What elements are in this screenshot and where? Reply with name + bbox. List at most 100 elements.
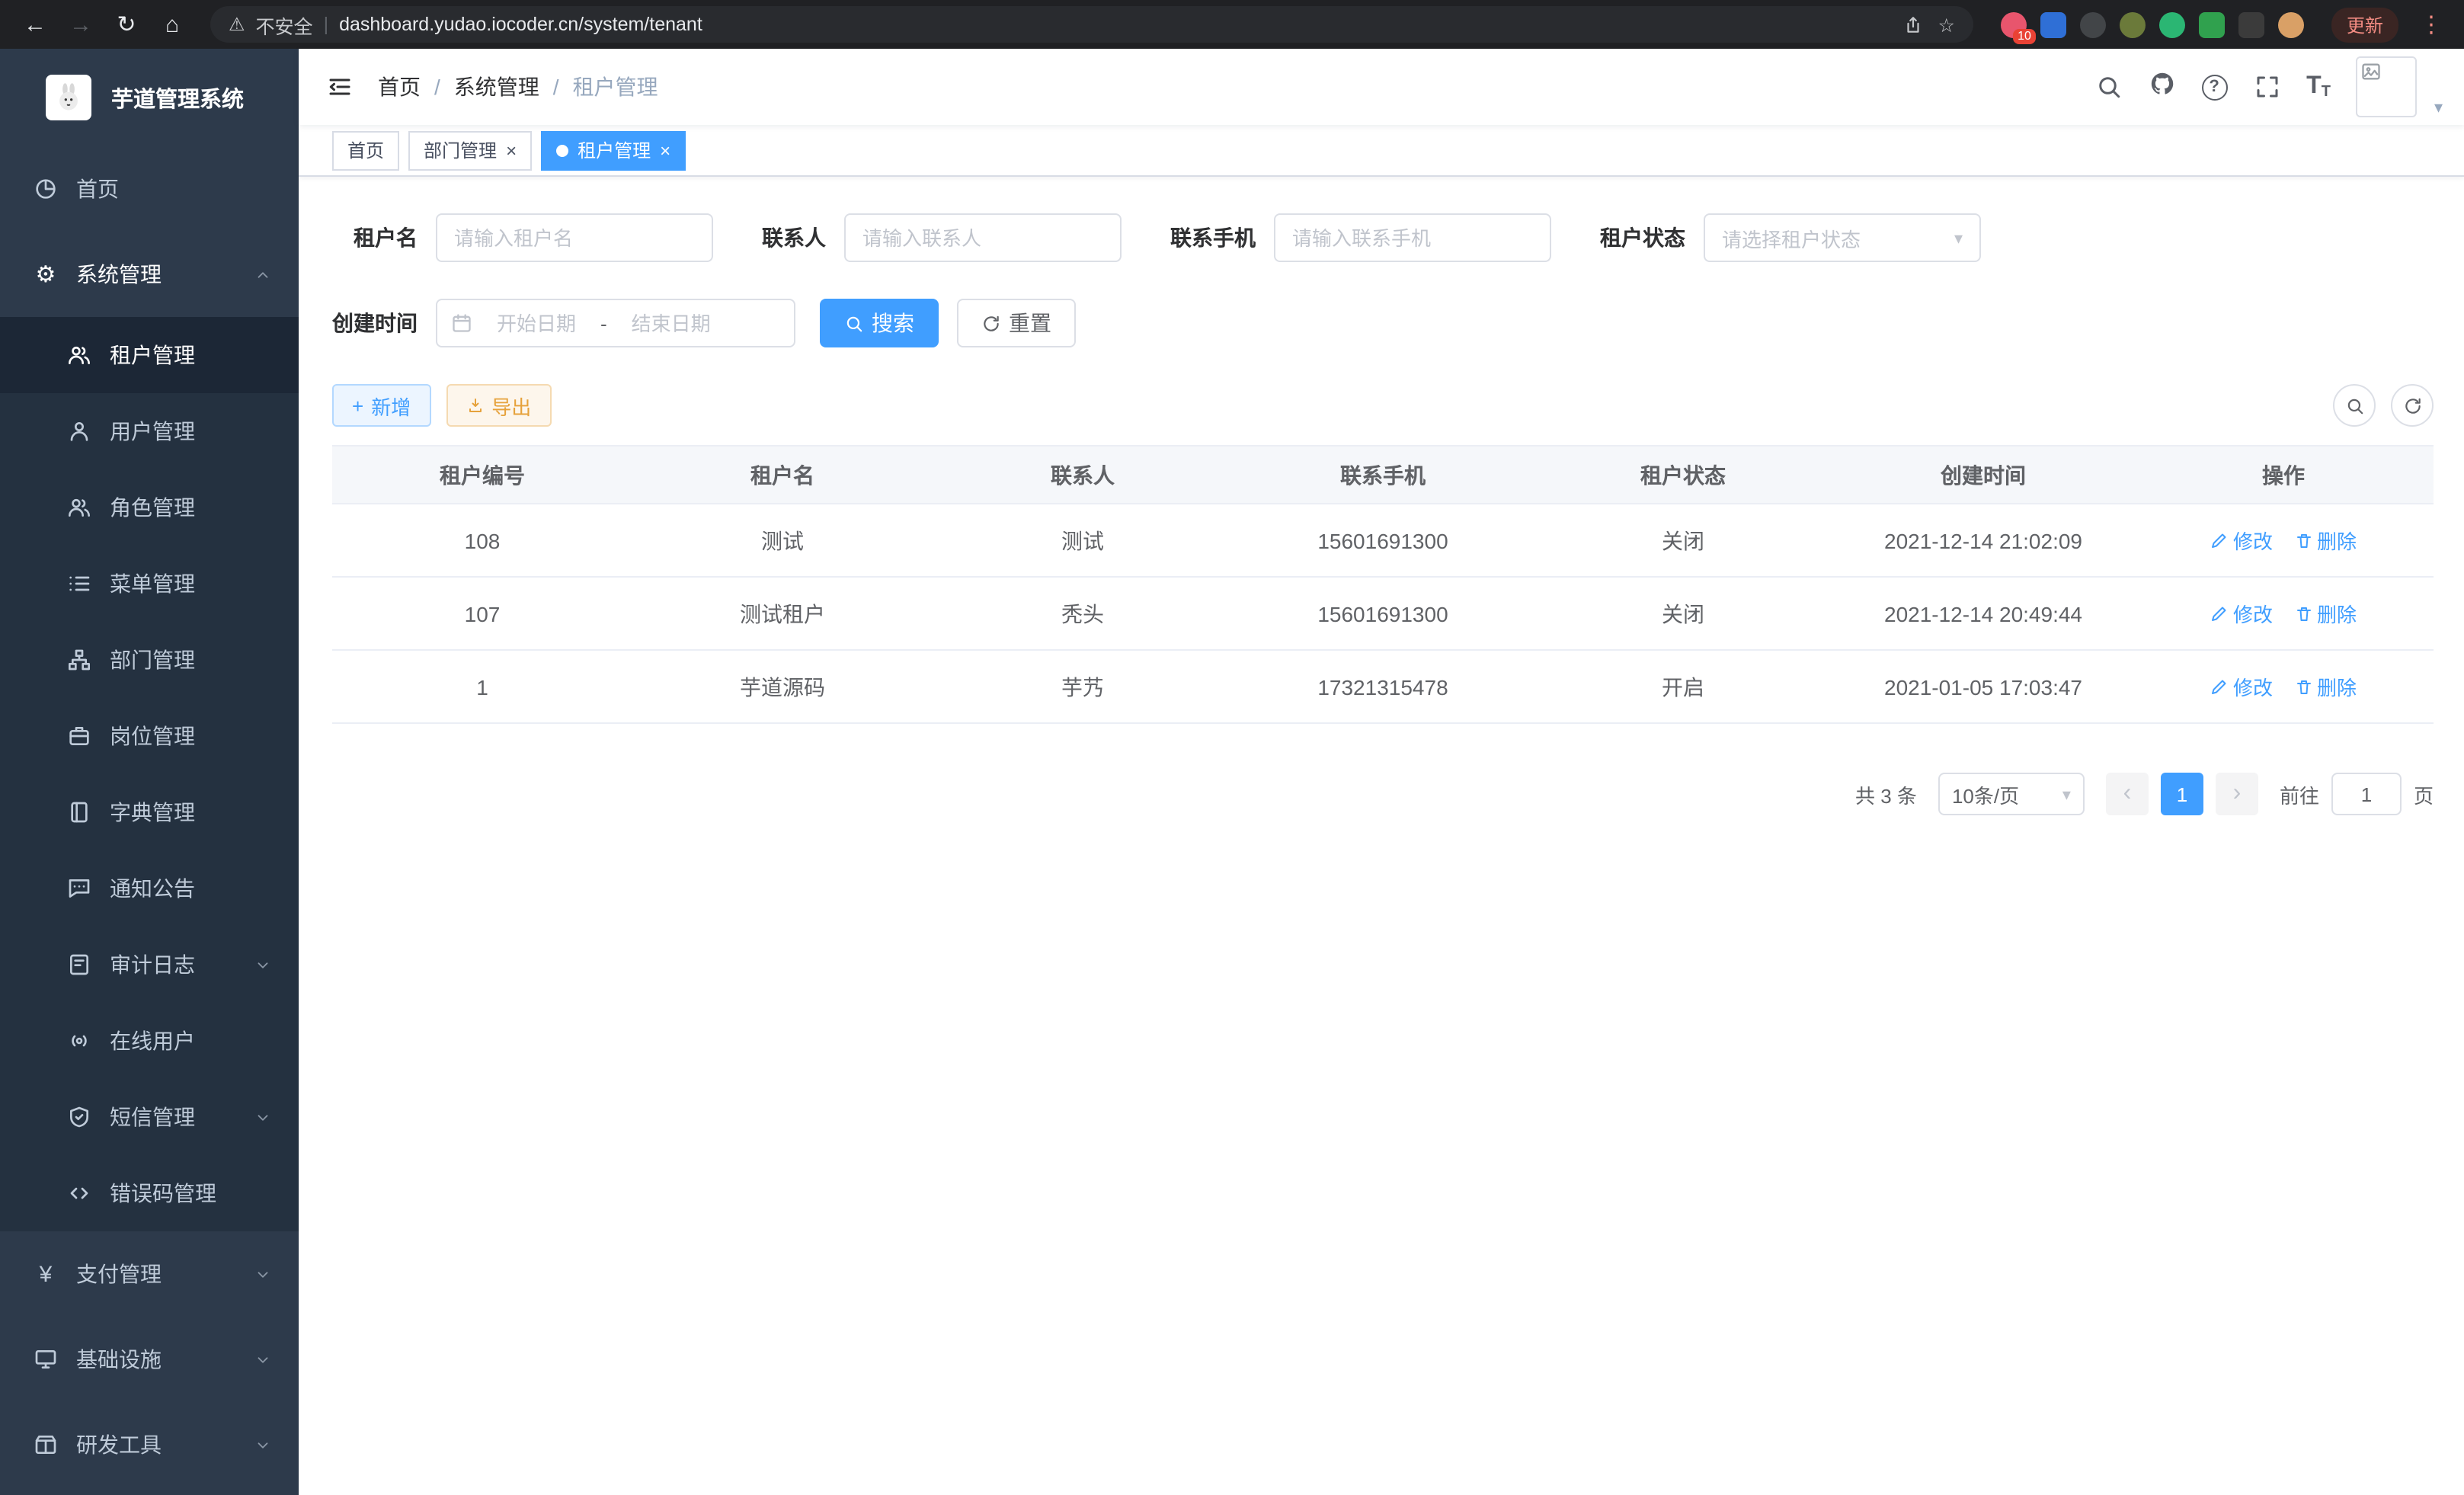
sidebar-item-home[interactable]: 首页 [0, 146, 299, 232]
fullscreen-icon[interactable] [2253, 73, 2280, 101]
browser-update-button[interactable]: 更新 [2331, 7, 2398, 42]
trash-icon [2294, 531, 2312, 549]
export-button[interactable]: 导出 [446, 384, 551, 427]
sidebar-item-payment[interactable]: ¥ 支付管理 [0, 1231, 299, 1317]
bookmark-star-icon[interactable]: ☆ [1938, 13, 1955, 36]
extension-icon[interactable] [2278, 11, 2304, 37]
app-logo[interactable]: 芋道管理系统 [0, 49, 299, 146]
avatar[interactable] [2357, 56, 2418, 117]
next-page-button[interactable]: › [2216, 773, 2258, 815]
date-end-input[interactable] [613, 312, 729, 335]
cell-tenant-name: 测试租户 [632, 598, 933, 629]
tab-close-icon[interactable]: × [660, 139, 670, 161]
delete-button[interactable]: 删除 [2294, 672, 2357, 701]
breadcrumb-system[interactable]: 系统管理 [454, 72, 539, 102]
contact-input[interactable] [844, 213, 1122, 262]
avatar-caret-icon[interactable]: ▾ [2434, 98, 2443, 117]
help-icon[interactable]: ? [2201, 74, 2227, 100]
browser-home-icon[interactable]: ⌂ [152, 5, 192, 44]
extension-puzzle-icon[interactable] [2238, 11, 2264, 37]
extension-icon[interactable] [2199, 11, 2225, 37]
sidebar-item-notice[interactable]: 通知公告 [0, 850, 299, 927]
cell-contact: 芋艿 [933, 671, 1233, 702]
sidebar-toggle-icon[interactable] [299, 73, 378, 101]
font-size-icon[interactable]: TT [2306, 73, 2331, 101]
breadcrumb-home[interactable]: 首页 [378, 72, 421, 102]
edit-button[interactable]: 修改 [2210, 672, 2273, 701]
search-icon[interactable] [2094, 73, 2122, 101]
status-select[interactable]: 请选择租户状态 ▾ [1704, 213, 1981, 262]
cell-created: 2021-01-05 17:03:47 [1833, 674, 2133, 699]
address-bar[interactable]: ⚠ 不安全 | dashboard.yudao.iocoder.cn/syste… [210, 6, 1973, 43]
extension-icon[interactable] [2080, 11, 2106, 37]
chevron-down-icon: ▾ [2062, 784, 2071, 804]
goto-page-input[interactable] [2331, 773, 2402, 815]
sidebar-item-dept[interactable]: 部门管理 [0, 622, 299, 698]
tenant-name-input[interactable] [436, 213, 713, 262]
add-button[interactable]: + 新增 [332, 384, 430, 427]
tab-tenant[interactable]: 租户管理 × [541, 130, 686, 170]
tab-home[interactable]: 首页 [332, 130, 399, 170]
filter-form-row-2: 创建时间 - 搜索 重置 [332, 299, 2434, 347]
column-header: 操作 [2133, 459, 2434, 490]
sidebar-item-infra[interactable]: 基础设施 [0, 1317, 299, 1402]
delete-button[interactable]: 删除 [2294, 526, 2357, 555]
browser-toolbar: ← → ↻ ⌂ ⚠ 不安全 | dashboard.yudao.iocoder.… [0, 0, 2464, 49]
sidebar-item-post[interactable]: 岗位管理 [0, 698, 299, 774]
chevron-up-icon [254, 266, 271, 283]
sidebar-item-audit-log[interactable]: 审计日志 [0, 927, 299, 1003]
toggle-search-button[interactable] [2333, 384, 2376, 427]
share-icon[interactable] [1903, 14, 1923, 34]
page-size-select[interactable]: 10条/页 ▾ [1938, 773, 2085, 815]
toolbox-icon [34, 1433, 58, 1457]
tab-close-icon[interactable]: × [506, 139, 517, 161]
sidebar-item-label: 角色管理 [110, 492, 195, 523]
logo-rabbit-image [46, 75, 91, 120]
search-button-label: 搜索 [872, 308, 914, 338]
back-icon[interactable]: ← [15, 5, 55, 44]
sidebar-item-errcode[interactable]: 错误码管理 [0, 1155, 299, 1231]
sidebar-item-devtools[interactable]: 研发工具 [0, 1402, 299, 1487]
sidebar-item-sms[interactable]: 短信管理 [0, 1079, 299, 1155]
delete-button[interactable]: 删除 [2294, 599, 2357, 628]
phone-label: 联系手机 [1170, 222, 1256, 253]
tab-dept[interactable]: 部门管理 × [408, 130, 532, 170]
extension-icon[interactable] [2120, 11, 2146, 37]
edit-button[interactable]: 修改 [2210, 526, 2273, 555]
cell-contact: 秃头 [933, 598, 1233, 629]
user-icon [67, 419, 91, 443]
github-icon[interactable] [2148, 69, 2175, 104]
sidebar-item-menu[interactable]: 菜单管理 [0, 546, 299, 622]
reset-button[interactable]: 重置 [957, 299, 1076, 347]
edit-button[interactable]: 修改 [2210, 599, 2273, 628]
refresh-table-button[interactable] [2391, 384, 2434, 427]
forward-icon[interactable]: → [61, 5, 101, 44]
cell-created: 2021-12-14 20:49:44 [1833, 601, 2133, 626]
sidebar-item-dict[interactable]: 字典管理 [0, 774, 299, 850]
omnibox-divider: | [324, 14, 329, 35]
shield-icon [67, 1105, 91, 1129]
prev-page-button[interactable]: ‹ [2106, 773, 2149, 815]
search-button[interactable]: 搜索 [820, 299, 939, 347]
sidebar-item-label: 系统管理 [76, 259, 162, 290]
sidebar-item-online-user[interactable]: 在线用户 [0, 1003, 299, 1079]
page-content: 租户名 联系人 联系手机 租户状态 请选择租户状态 [299, 177, 2464, 1495]
tabs-bar: 首页 部门管理 × 租户管理 × [299, 125, 2464, 177]
phone-input[interactable] [1274, 213, 1551, 262]
sidebar-item-system[interactable]: ⚙ 系统管理 [0, 232, 299, 317]
cell-status: 关闭 [1533, 525, 1833, 555]
page-number-button[interactable]: 1 [2161, 773, 2203, 815]
date-range-picker[interactable]: - [436, 299, 795, 347]
sidebar-item-tenant[interactable]: 租户管理 [0, 317, 299, 393]
reload-icon[interactable]: ↻ [107, 5, 146, 44]
extension-icon[interactable] [2159, 11, 2185, 37]
sidebar-item-role[interactable]: 角色管理 [0, 469, 299, 546]
browser-menu-icon[interactable]: ⋮ [2414, 11, 2449, 38]
cell-tenant-name: 芋道源码 [632, 671, 933, 702]
extension-icon[interactable] [2040, 11, 2066, 37]
security-warning-icon: ⚠ [229, 14, 245, 35]
sidebar-item-label: 租户管理 [110, 340, 195, 370]
date-start-input[interactable] [478, 312, 594, 335]
table-header-row: 租户编号 租户名 联系人 联系手机 租户状态 创建时间 操作 [332, 447, 2434, 504]
sidebar-item-user[interactable]: 用户管理 [0, 393, 299, 469]
